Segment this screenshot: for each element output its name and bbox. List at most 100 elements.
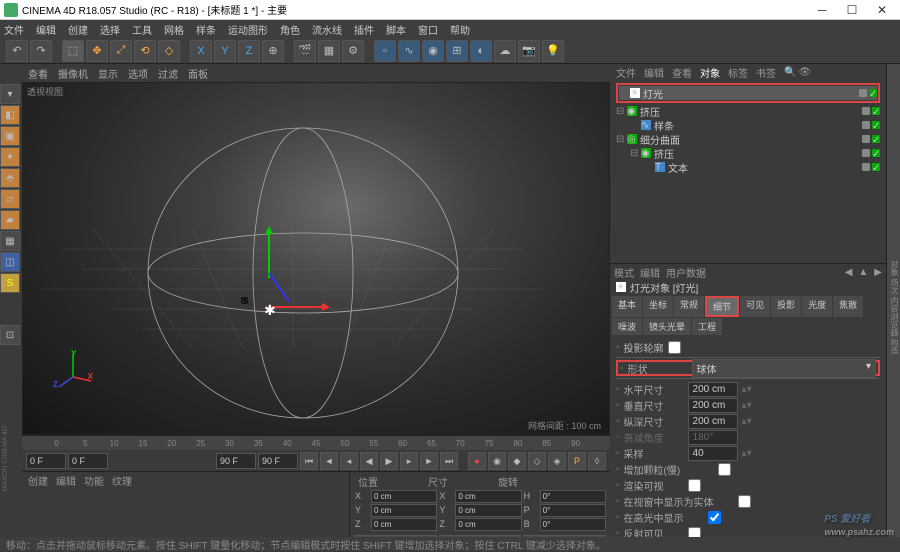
subtab-noise[interactable]: 噪波 <box>612 318 642 335</box>
search-icon[interactable]: 🔍 <box>784 67 796 78</box>
key-pla[interactable]: ◊ <box>588 452 606 470</box>
subtab-basic[interactable]: 基本 <box>612 296 642 317</box>
solid-checkbox[interactable] <box>738 495 751 508</box>
y-axis-lock[interactable]: Y <box>214 40 236 62</box>
play-back[interactable]: ◀ <box>360 452 378 470</box>
menu-edit[interactable]: 编辑 <box>36 22 56 37</box>
size-y[interactable]: 0 cm <box>455 504 521 517</box>
subtab-shadow[interactable]: 投影 <box>771 296 801 317</box>
deformer-tool[interactable]: ◐ <box>470 40 492 62</box>
menu-help[interactable]: 帮助 <box>450 22 470 37</box>
tree-extrude2[interactable]: ⊟◉ 挤压 ✓ <box>616 146 880 160</box>
vsize-field[interactable]: 200 cm <box>688 398 738 413</box>
make-editable[interactable]: ▾ <box>0 84 20 104</box>
object-mode[interactable]: ▣ <box>0 126 20 146</box>
goto-start[interactable]: ⏮ <box>300 452 318 470</box>
subtab-caustics[interactable]: 焦散 <box>833 296 863 317</box>
obj-view[interactable]: 查看 <box>672 65 692 80</box>
subtab-coord[interactable]: 坐标 <box>643 296 673 317</box>
specular-checkbox[interactable] <box>708 511 721 524</box>
last-tool[interactable]: ◇ <box>158 40 180 62</box>
menu-spline[interactable]: 样条 <box>196 22 216 37</box>
edge-mode[interactable]: ▱ <box>0 189 20 209</box>
render-region[interactable]: ▦ <box>318 40 340 62</box>
hsize-field[interactable]: 200 cm <box>688 382 738 397</box>
gizmo-x-axis[interactable] <box>268 306 328 308</box>
z-axis-lock[interactable]: Z <box>238 40 260 62</box>
vp-filter[interactable]: 过滤 <box>158 66 178 81</box>
undo-button[interactable]: ↶ <box>6 40 28 62</box>
end-frame2[interactable]: 90 F <box>258 453 298 469</box>
subtab-general[interactable]: 常规 <box>674 296 704 317</box>
model-mode[interactable]: ◧ <box>0 105 20 125</box>
mat-texture[interactable]: 纹理 <box>112 473 132 488</box>
record-key[interactable]: ● <box>468 452 486 470</box>
tree-spline[interactable]: ∿ 样条 ✓ <box>616 118 880 132</box>
mat-edit[interactable]: 编辑 <box>56 473 76 488</box>
maximize-button[interactable]: ☐ <box>838 1 866 19</box>
rot-p[interactable]: 0° <box>540 504 606 517</box>
nav-fwd-icon[interactable]: ▶ <box>874 267 882 278</box>
rot-b[interactable]: 0° <box>540 518 606 531</box>
light-tool[interactable]: 💡 <box>542 40 564 62</box>
obj-bookmarks[interactable]: 书签 <box>756 65 776 80</box>
attr-edit[interactable]: 编辑 <box>640 265 660 280</box>
viewport[interactable]: 透视视图 38 ✱ Y X Z 网格间 <box>22 82 610 435</box>
autokey[interactable]: ◉ <box>488 452 506 470</box>
menu-tools[interactable]: 工具 <box>132 22 152 37</box>
samples-field[interactable]: 40 <box>688 446 738 461</box>
eye-icon[interactable]: 👁 <box>798 67 811 78</box>
menu-plugins[interactable]: 插件 <box>354 22 374 37</box>
start-frame[interactable]: 0 F <box>26 453 66 469</box>
gizmo-center[interactable]: ✱ <box>264 302 274 312</box>
contour-checkbox[interactable] <box>668 341 681 354</box>
mat-func[interactable]: 功能 <box>84 473 104 488</box>
axis-mode[interactable]: ✦ <box>0 147 20 167</box>
rot-h[interactable]: 0° <box>540 490 606 503</box>
goto-end[interactable]: ⏭ <box>440 452 458 470</box>
vp-panel[interactable]: 面板 <box>188 66 208 81</box>
pos-y[interactable]: 0 cm <box>371 504 437 517</box>
pos-x[interactable]: 0 cm <box>371 490 437 503</box>
x-axis-lock[interactable]: X <box>190 40 212 62</box>
scale-tool[interactable]: ⤢ <box>110 40 132 62</box>
grain-checkbox[interactable] <box>718 463 731 476</box>
size-z[interactable]: 0 cm <box>455 518 521 531</box>
move-tool[interactable]: ✥ <box>86 40 108 62</box>
world-axis[interactable]: ⊕ <box>262 40 284 62</box>
nurbs-tool[interactable]: ◉ <box>422 40 444 62</box>
workplane[interactable]: ◫ <box>0 252 20 272</box>
obj-edit[interactable]: 编辑 <box>644 65 664 80</box>
vp-options[interactable]: 选项 <box>128 66 148 81</box>
menu-select[interactable]: 选择 <box>100 22 120 37</box>
render-settings[interactable]: ⚙ <box>342 40 364 62</box>
play-forward[interactable]: ▶ <box>380 452 398 470</box>
nav-back-icon[interactable]: ◀ <box>845 267 853 278</box>
tree-extrude1[interactable]: ⊟◉ 挤压 ✓ <box>616 104 880 118</box>
minimize-button[interactable]: ─ <box>808 1 836 19</box>
rendervis-checkbox[interactable] <box>688 479 701 492</box>
size-x[interactable]: 0 cm <box>455 490 521 503</box>
prev-frame[interactable]: ◂ <box>340 452 358 470</box>
key-pos[interactable]: ◆ <box>508 452 526 470</box>
menu-mesh[interactable]: 网格 <box>164 22 184 37</box>
snap-toggle[interactable]: S <box>0 273 20 293</box>
redo-button[interactable]: ↷ <box>30 40 52 62</box>
render-view[interactable]: 🎬 <box>294 40 316 62</box>
pos-z[interactable]: 0 cm <box>371 518 437 531</box>
attr-mode[interactable]: 模式 <box>614 265 634 280</box>
texture-mode[interactable]: ▦ <box>0 231 20 251</box>
key-scale[interactable]: ◇ <box>528 452 546 470</box>
cube-primitive[interactable]: ▫ <box>374 40 396 62</box>
close-button[interactable]: ✕ <box>868 1 896 19</box>
select-tool[interactable]: ⬚ <box>62 40 84 62</box>
side-tabs[interactable]: 对象 场次 内容浏览器 构造 <box>886 64 900 551</box>
object-tree[interactable]: ☀ 灯光 ✓ ⊟◉ 挤压 ✓ ∿ 样条 ✓ <box>610 80 886 176</box>
camera-tool[interactable]: 📷 <box>518 40 540 62</box>
current-frame[interactable]: 0 F <box>68 453 108 469</box>
shape-dropdown[interactable]: 球体 <box>692 359 876 378</box>
menu-create[interactable]: 创建 <box>68 22 88 37</box>
point-mode[interactable]: ⬘ <box>0 168 20 188</box>
menu-pipeline[interactable]: 流水线 <box>312 22 342 37</box>
menu-script[interactable]: 脚本 <box>386 22 406 37</box>
